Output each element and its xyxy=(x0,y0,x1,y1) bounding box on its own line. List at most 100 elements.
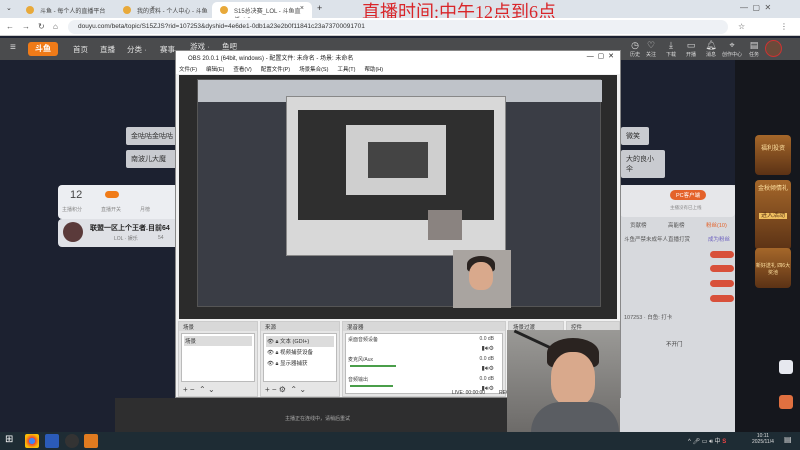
room-title: 联盟一区上个王者.目前64 xyxy=(90,225,170,232)
points-value: 12 xyxy=(70,189,83,201)
window-controls[interactable]: — ▢ ✕ xyxy=(740,3,771,12)
source-item[interactable]: 👁︎ 🔒︎ 显示器捕获 xyxy=(266,358,334,369)
new-tab-button[interactable]: + xyxy=(317,3,322,13)
heart-icon: ♡ xyxy=(646,40,656,50)
menu-help[interactable]: 帮助(H) xyxy=(364,67,383,73)
mixer-channel: 桌面音频设备 0.0 dB ▮🔊︎⚙ xyxy=(348,336,494,353)
bookmark-star-icon[interactable]: ☆ xyxy=(738,22,745,31)
menu-tools[interactable]: 工具(T) xyxy=(337,67,355,73)
obs-title: OBS 20.0.1 (64bit, windows) - 配置文件: 未命名 … xyxy=(188,56,354,62)
badge xyxy=(710,295,734,302)
menu-icon[interactable]: ⋮ xyxy=(780,22,788,31)
header-creator[interactable]: ⌖ 创作中心 xyxy=(720,40,744,58)
close-icon[interactable]: × xyxy=(300,5,304,12)
webcam-overlay xyxy=(507,329,620,432)
menu-profile[interactable]: 配置文件(P) xyxy=(261,67,290,73)
hamburger-icon[interactable]: ≡ xyxy=(10,42,16,53)
nav-home[interactable]: 首页 xyxy=(73,44,88,55)
browser-tab-active[interactable]: S15总决赛_LOL - 斗鱼直播_LO× xyxy=(212,2,312,24)
clipboard-icon: ▤ xyxy=(749,40,759,50)
badge xyxy=(710,251,734,258)
pc-note: 主播没有已上线 xyxy=(670,205,702,210)
douyu-favicon-icon xyxy=(26,6,34,14)
banner-left[interactable]: 金咕咕金咕咕 xyxy=(126,127,180,145)
header-follow[interactable]: ♡ 关注 xyxy=(640,40,662,58)
windows-start-icon[interactable]: ⊞ xyxy=(5,434,13,445)
tab-energy[interactable]: 高能榜 xyxy=(668,221,685,229)
tab-list-icon[interactable]: ⌄ xyxy=(6,4,12,12)
chrome-icon[interactable] xyxy=(25,434,39,448)
address-bar-row: ← → ↻ ⌂ douyu.com/beta/topic/S15ZJS?rid=… xyxy=(0,18,800,36)
system-tray-icons[interactable]: ^ 🎤︎ ▭ 🔊︎ 中 S xyxy=(688,436,726,446)
sources-header: 来源 xyxy=(261,322,339,331)
volume-icon[interactable]: ▮🔊︎⚙ xyxy=(482,365,494,373)
banner-right[interactable]: 微笑 xyxy=(621,127,649,145)
obs-icon[interactable] xyxy=(65,434,79,448)
banner-right[interactable]: 大的良小伞 xyxy=(621,150,665,178)
nav-live[interactable]: 直播 xyxy=(100,44,115,55)
scenes-dock: 场景 场景 + − ⌃ ⌄ xyxy=(178,321,258,397)
sources-dock: 来源 👁︎ 🔒︎ 文本 (GDI+) 👁︎ 🔒︎ 视频捕获设备 👁︎ 🔒︎ 显示… xyxy=(260,321,340,397)
home-icon[interactable]: ⌂ xyxy=(53,22,58,31)
header-download[interactable]: ⤓ 下载 xyxy=(660,40,682,58)
source-item[interactable]: 👁︎ 🔒︎ 文本 (GDI+) xyxy=(266,336,334,347)
chat-message: 107253 · 白鱼: 打卡 xyxy=(624,315,673,321)
scene-item[interactable]: 场景 xyxy=(184,336,252,346)
location-icon: ⌖ xyxy=(729,40,735,50)
rank-label[interactable]: 月榜 xyxy=(140,206,150,213)
header-messages[interactable]: 🔔︎ 消息 xyxy=(700,40,722,58)
ad-banner[interactable]: 金秋倾情礼 进入活动 xyxy=(755,180,791,250)
scenes-header: 场景 xyxy=(179,322,257,331)
player-status-text: 主播正在连线中，请稍后重试 xyxy=(285,416,351,422)
badge xyxy=(710,280,734,287)
menu-file[interactable]: 文件(F) xyxy=(179,67,197,73)
avatar[interactable] xyxy=(765,40,782,57)
menu-scene-collection[interactable]: 场景集合(S) xyxy=(299,67,328,73)
room-count: 54 xyxy=(158,235,164,241)
live-status: LIVE: 00:00:00 xyxy=(452,390,486,396)
forward-icon[interactable]: → xyxy=(22,22,30,31)
volume-icon[interactable]: ▮🔊︎⚙ xyxy=(482,345,494,353)
gift-icon[interactable] xyxy=(779,395,793,409)
pc-client-button[interactable]: PC客户端 xyxy=(670,190,707,200)
live-toggle[interactable] xyxy=(105,191,119,198)
refresh-icon[interactable] xyxy=(779,360,793,374)
nav-events[interactable]: 赛事 xyxy=(160,44,175,55)
tab-contribution[interactable]: 贡献榜 xyxy=(630,221,647,229)
nav-category[interactable]: 分类 · xyxy=(127,44,147,55)
badge xyxy=(710,265,734,272)
tab-fans[interactable]: 粉丝(10) xyxy=(706,221,727,229)
window-controls[interactable]: — ▢ ✕ xyxy=(587,52,614,60)
points-label: 主播积分 xyxy=(62,207,83,213)
header-go-live[interactable]: ▭ 开播 xyxy=(680,40,702,58)
ad-banner[interactable]: 新好送礼 四6大奖池 xyxy=(755,248,791,288)
chat-message: 不开门 xyxy=(666,342,683,348)
streamer-avatar xyxy=(63,222,83,242)
lol-client-icon[interactable] xyxy=(84,434,98,448)
url-input[interactable]: douyu.com/beta/topic/S15ZJS?rid=107253&d… xyxy=(68,20,728,34)
camera-icon: ▭ xyxy=(686,40,696,50)
notification-icon[interactable]: ▤ xyxy=(784,435,792,444)
menu-view[interactable]: 查看(V) xyxy=(233,67,251,73)
pc-client-card: PC客户端 主播没有已上线 xyxy=(620,185,735,217)
ad-banner[interactable]: 福利投资 xyxy=(755,135,791,175)
obs-preview[interactable] xyxy=(179,75,617,319)
recursive-preview-frame xyxy=(197,79,602,308)
menu-edit[interactable]: 编辑(E) xyxy=(206,67,224,73)
tab-label: 我的资料 - 个人中心 - 斗鱼 xyxy=(137,9,208,15)
app-icon[interactable] xyxy=(45,434,59,448)
douyu-logo[interactable]: 斗鱼 xyxy=(28,42,58,56)
reload-icon[interactable]: ↻ xyxy=(38,22,45,31)
banner-left[interactable]: 南波儿大魔 xyxy=(126,150,180,168)
source-item[interactable]: 👁︎ 🔒︎ 视频捕获设备 xyxy=(266,347,334,358)
download-icon: ⤓ xyxy=(669,40,673,50)
become-fan-link[interactable]: 成为粉丝 xyxy=(708,235,730,243)
scene-controls[interactable]: + − ⌃ ⌄ xyxy=(183,385,215,394)
header-tasks[interactable]: ▤ 任务 xyxy=(743,40,765,58)
bell-icon: 🔔︎ xyxy=(705,40,717,50)
obs-menu-bar: 文件(F) 编辑(E) 查看(V) 配置文件(P) 场景集合(S) 工具(T) 帮助(H) xyxy=(176,63,620,74)
source-controls[interactable]: + − ⚙ ⌃ ⌄ xyxy=(265,385,306,394)
clock[interactable]: 10:11 2025/11/4 xyxy=(752,433,774,445)
side-ads: 福利投资 金秋倾情礼 进入活动 新好送礼 四6大奖池 xyxy=(735,60,800,432)
back-icon[interactable]: ← xyxy=(6,22,14,31)
